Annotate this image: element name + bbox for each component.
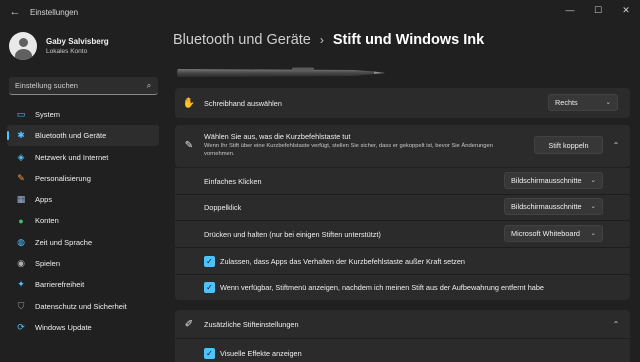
sidebar: Gaby Salvisberg Lokales Konto Einstellun…: [0, 24, 165, 362]
shortcut-option-label: Doppelklick: [204, 202, 242, 212]
accessibility-icon: ✦: [17, 279, 25, 290]
pen-illustration: [177, 67, 385, 77]
wifi-icon: ◈: [17, 151, 25, 162]
sidebar-item[interactable]: ◍ Zeit und Sprache: [7, 232, 159, 253]
sidebar-item-label: Barrierefreiheit: [35, 280, 85, 290]
breadcrumb-parent[interactable]: Bluetooth und Geräte: [173, 32, 311, 48]
window-controls: — ☐ ✕: [556, 0, 640, 20]
shortcut-options: Einfaches Klicken Bildschirmausschnitte ⌄ D…: [175, 168, 630, 300]
search-input[interactable]: Einstellung suchen ⌕: [9, 77, 158, 95]
shortcut-action-dropdown[interactable]: Bildschirmausschnitte ⌄: [504, 198, 603, 215]
sidebar-item[interactable]: ⛉ Datenschutz und Sicherheit: [7, 296, 159, 317]
accounts-icon: ●: [18, 215, 24, 226]
globe-icon: ◍: [17, 236, 25, 247]
user-profile[interactable]: Gaby Salvisberg Lokales Konto: [9, 32, 109, 60]
sidebar-nav: ▭ System ✱ Bluetooth und Geräte ◈ Netzwerk un…: [7, 104, 159, 338]
apps-icon: ▦: [16, 194, 26, 205]
pen-icon: ✎: [184, 139, 194, 151]
chevron-up-icon[interactable]: ⌃: [609, 138, 623, 152]
title-bar: ← Einstellungen — ☐ ✕: [0, 0, 640, 24]
additional-settings-title: Zusätzliche Stifteinstellungen: [204, 319, 299, 329]
checkbox[interactable]: ✓: [204, 256, 215, 267]
close-button[interactable]: ✕: [612, 0, 640, 20]
chevron-down-icon: ⌄: [605, 99, 611, 106]
page-title: Stift und Windows Ink: [332, 32, 485, 48]
additional-settings-card: ✐ Zusätzliche Stifteinstellungen ⌃: [175, 310, 630, 338]
system-icon: ▭: [16, 109, 26, 119]
maximize-button[interactable]: ☐: [584, 0, 612, 20]
sidebar-item-label: Spielen: [35, 259, 61, 269]
sidebar-item-label: System: [35, 110, 61, 119]
sidebar-item-label: Apps: [35, 195, 53, 205]
shortcut-action-dropdown[interactable]: Bildschirmausschnitte ⌄: [504, 172, 603, 189]
chevron-up-icon[interactable]: ⌃: [609, 317, 623, 331]
sidebar-item-label: Konten: [35, 216, 59, 226]
shortcut-option-label: Drücken und halten (nur bei einigen Stif…: [204, 229, 381, 239]
avatar: [9, 32, 37, 60]
sidebar-item-label: Netzwerk und Internet: [35, 152, 109, 162]
sidebar-item-label: Datenschutz und Sicherheit: [35, 301, 127, 311]
minimize-button[interactable]: —: [556, 0, 584, 20]
checkbox-label: Zulassen, dass Apps das Verhalten der Ku…: [220, 257, 465, 266]
sidebar-item[interactable]: ⟳ Windows Update: [7, 317, 159, 338]
divider: [175, 247, 630, 248]
checkbox-label: Wenn verfügbar, Stiftmenü anzeigen, nach…: [220, 283, 544, 292]
sidebar-item[interactable]: ✱ Bluetooth und Geräte: [7, 125, 159, 147]
shortcut-action-value: Bildschirmausschnitte: [511, 202, 582, 211]
shortcut-action-value: Bildschirmausschnitte: [511, 176, 582, 185]
profile-name: Gaby Salvisberg: [46, 37, 109, 46]
bluetooth-icon: ✱: [17, 130, 25, 141]
shortcut-title: Wählen Sie aus, was die Kurzbefehlstaste…: [204, 132, 351, 141]
sidebar-item[interactable]: ▦ Apps: [7, 189, 159, 210]
chevron-down-icon: ⌄: [590, 177, 596, 184]
shortcut-card: ✎ Wählen Sie aus, was die Kurzbefehlstas…: [175, 125, 630, 167]
main-content: Bluetooth und Geräte › Stift und Windows…: [165, 24, 640, 362]
divider: [175, 274, 630, 275]
sidebar-item[interactable]: ◈ Netzwerk und Internet: [7, 147, 159, 168]
back-arrow-icon[interactable]: ←: [4, 0, 26, 24]
sidebar-item[interactable]: ◉ Spielen: [7, 253, 159, 274]
search-placeholder: Einstellung suchen: [15, 81, 78, 90]
profile-account-type: Lokales Konto: [46, 48, 88, 55]
sidebar-item-label: Zeit und Sprache: [35, 237, 93, 247]
sidebar-item-label: Personalisierung: [35, 173, 91, 183]
shortcut-action-value: Microsoft Whiteboard: [511, 229, 580, 238]
sidebar-item[interactable]: ▭ System: [7, 104, 159, 125]
sidebar-item[interactable]: ✎ Personalisierung: [7, 168, 159, 189]
checkbox[interactable]: ✓: [204, 348, 215, 359]
shortcut-action-dropdown[interactable]: Microsoft Whiteboard ⌄: [504, 225, 603, 242]
sidebar-item[interactable]: ● Konten: [7, 210, 159, 231]
pair-pen-button[interactable]: Stift koppeln: [534, 136, 603, 154]
shield-icon: ⛉: [17, 300, 25, 311]
sidebar-item-label: Bluetooth und Geräte: [35, 131, 107, 141]
checkbox[interactable]: ✓: [204, 282, 215, 293]
chevron-down-icon: ⌄: [590, 230, 596, 237]
gamepad-icon: ◉: [17, 258, 25, 269]
update-icon: ⟳: [17, 321, 25, 332]
chevron-down-icon: ⌄: [590, 203, 596, 210]
sidebar-item-label: Windows Update: [35, 322, 92, 332]
additional-options: ✓ Visuelle Effekte anzeigen: [175, 339, 630, 362]
checkbox-label: Visuelle Effekte anzeigen: [220, 349, 302, 358]
handwriting-value: Rechts: [555, 98, 578, 107]
breadcrumb: Bluetooth und Geräte › Stift und Windows…: [173, 32, 484, 48]
search-icon[interactable]: ⌕: [140, 81, 158, 91]
shortcut-description: Wenn Ihr Stift über eine Kurzbefehlstast…: [204, 143, 493, 157]
handwriting-dropdown[interactable]: Rechts ⌄: [548, 94, 618, 111]
sidebar-item[interactable]: ✦ Barrierefreiheit: [7, 274, 159, 295]
breadcrumb-separator: ›: [319, 33, 324, 47]
brush-icon: ✎: [17, 172, 25, 183]
app-title: Einstellungen: [30, 7, 79, 17]
handwriting-label: Schreibhand auswählen: [204, 98, 282, 108]
handwriting-card: ✋ Schreibhand auswählen Rechts ⌄: [175, 88, 630, 118]
shortcut-option-label: Einfaches Klicken: [204, 176, 262, 186]
